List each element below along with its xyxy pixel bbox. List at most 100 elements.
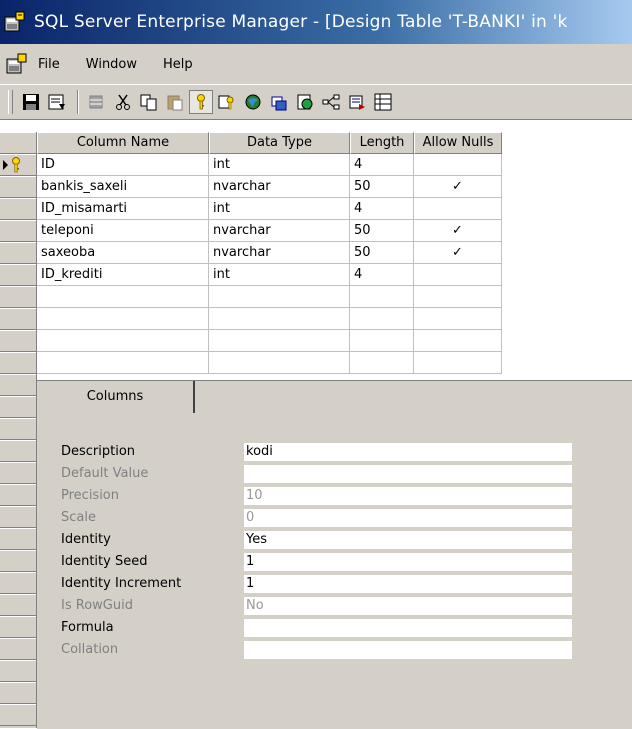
header-data-type[interactable]: Data Type — [209, 132, 350, 154]
empty-cell[interactable] — [37, 352, 209, 374]
row-selector[interactable] — [0, 176, 36, 198]
manage-constraints-icon[interactable] — [267, 90, 291, 114]
data-type-cell[interactable]: int — [209, 264, 350, 286]
manage-indexes-icon[interactable] — [215, 90, 239, 114]
data-type-cell[interactable]: nvarchar — [209, 220, 350, 242]
row-selector[interactable] — [0, 220, 36, 242]
copy-icon[interactable] — [137, 90, 161, 114]
column-name-cell[interactable]: teleponi — [37, 220, 209, 242]
allow-nulls-checkbox[interactable] — [414, 198, 502, 220]
empty-cell[interactable] — [209, 308, 350, 330]
length-cell[interactable]: 4 — [350, 264, 414, 286]
length-cell[interactable]: 50 — [350, 176, 414, 198]
row-selector[interactable] — [0, 418, 36, 440]
allow-nulls-checkbox[interactable]: ✓ — [414, 176, 502, 198]
identity-select[interactable]: Yes — [243, 530, 573, 550]
manage-relationships-icon[interactable] — [241, 90, 265, 114]
empty-cell[interactable] — [414, 330, 502, 352]
row-selector[interactable] — [0, 616, 36, 638]
header-length[interactable]: Length — [350, 132, 414, 154]
default-value-field — [243, 464, 573, 484]
grid-view-icon[interactable] — [371, 90, 395, 114]
empty-cell[interactable] — [350, 286, 414, 308]
header-column-name[interactable]: Column Name — [37, 132, 209, 154]
row-selector[interactable] — [0, 550, 36, 572]
row-selector[interactable] — [0, 440, 36, 462]
empty-cell[interactable] — [350, 308, 414, 330]
row-selector[interactable] — [0, 484, 36, 506]
length-cell[interactable]: 4 — [350, 154, 414, 176]
cut-icon[interactable] — [111, 90, 135, 114]
row-selector[interactable] — [0, 264, 36, 286]
identity-seed-field[interactable]: 1 — [243, 552, 573, 572]
row-selector[interactable] — [0, 154, 36, 176]
manage-triggers-icon[interactable] — [293, 90, 317, 114]
column-name-cell[interactable]: saxeoba — [37, 242, 209, 264]
row-selector[interactable] — [0, 506, 36, 528]
menu-help[interactable]: Help — [161, 55, 195, 74]
tab-columns[interactable]: Columns — [37, 381, 195, 413]
data-type-cell[interactable]: nvarchar — [209, 176, 350, 198]
empty-cell[interactable] — [414, 352, 502, 374]
row-selector[interactable] — [0, 682, 36, 704]
column-name-cell[interactable]: ID_misamarti — [37, 198, 209, 220]
data-type-cell[interactable]: nvarchar — [209, 242, 350, 264]
row-selector[interactable] — [0, 330, 36, 352]
menu-file[interactable]: File — [36, 55, 62, 74]
length-cell[interactable]: 50 — [350, 220, 414, 242]
empty-cell[interactable] — [209, 352, 350, 374]
row-selector[interactable] — [0, 528, 36, 550]
properties-icon[interactable] — [45, 90, 69, 114]
app-icon[interactable] — [4, 11, 26, 33]
allow-nulls-checkbox[interactable]: ✓ — [414, 242, 502, 264]
document-icon[interactable] — [6, 53, 28, 75]
empty-cell[interactable] — [414, 308, 502, 330]
column-name-cell[interactable]: ID_krediti — [37, 264, 209, 286]
row-selector[interactable] — [0, 374, 36, 396]
row-selector[interactable] — [0, 308, 36, 330]
row-selector[interactable] — [0, 660, 36, 682]
row-selector[interactable] — [0, 638, 36, 660]
row-selector[interactable] — [0, 286, 36, 308]
column-name-cell[interactable]: ID — [37, 154, 209, 176]
header-allow-nulls[interactable]: Allow Nulls — [414, 132, 502, 154]
row-selector[interactable] — [0, 352, 36, 374]
empty-cell[interactable] — [350, 330, 414, 352]
allow-nulls-checkbox[interactable] — [414, 154, 502, 176]
show-dependencies-icon[interactable] — [319, 90, 343, 114]
empty-cell[interactable] — [209, 286, 350, 308]
empty-cell[interactable] — [37, 286, 209, 308]
toolbar-grip[interactable] — [8, 90, 13, 114]
identity-increment-field[interactable]: 1 — [243, 574, 573, 594]
length-cell[interactable]: 50 — [350, 242, 414, 264]
row-selector[interactable] — [0, 242, 36, 264]
columns-grid: Column Name Data Type Length Allow Nulls… — [37, 132, 512, 379]
row-selector[interactable] — [0, 396, 36, 418]
empty-cell[interactable] — [414, 286, 502, 308]
empty-cell[interactable] — [37, 330, 209, 352]
generate-script-icon[interactable] — [345, 90, 369, 114]
allow-nulls-checkbox[interactable]: ✓ — [414, 220, 502, 242]
save-icon[interactable] — [19, 90, 43, 114]
empty-cell[interactable] — [350, 352, 414, 374]
description-field[interactable]: kodi — [243, 442, 573, 462]
column-name-cell[interactable]: bankis_saxeli — [37, 176, 209, 198]
length-cell[interactable]: 4 — [350, 198, 414, 220]
row-selector[interactable] — [0, 198, 36, 220]
data-type-cell[interactable]: int — [209, 198, 350, 220]
primary-key-icon[interactable] — [189, 90, 213, 114]
empty-cell[interactable] — [37, 308, 209, 330]
insert-column-icon[interactable] — [85, 90, 109, 114]
paste-icon[interactable] — [163, 90, 187, 114]
row-selector[interactable] — [0, 704, 36, 726]
allow-nulls-checkbox[interactable] — [414, 264, 502, 286]
row-selector[interactable] — [0, 572, 36, 594]
row-selector[interactable] — [0, 594, 36, 616]
property-label: Identity Seed — [61, 554, 148, 569]
data-type-cell[interactable]: int — [209, 154, 350, 176]
formula-field[interactable] — [243, 618, 573, 638]
empty-cell[interactable] — [209, 330, 350, 352]
row-selector[interactable] — [0, 462, 36, 484]
title-bar[interactable]: SQL Server Enterprise Manager - [Design … — [0, 0, 632, 44]
menu-window[interactable]: Window — [84, 55, 139, 74]
